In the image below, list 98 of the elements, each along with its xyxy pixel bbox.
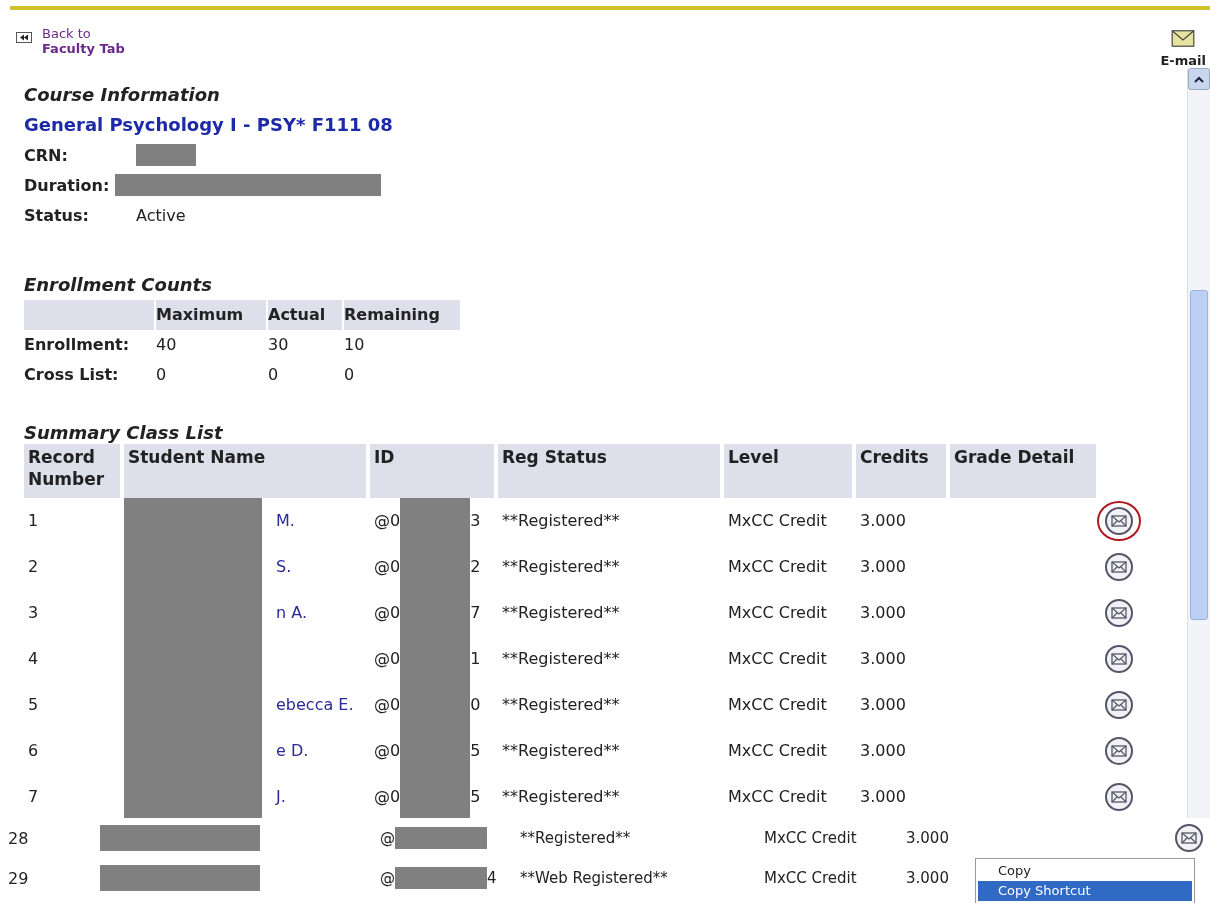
table-cell-text: 0: [344, 364, 356, 386]
column-header: Maximum: [156, 300, 266, 330]
table-cell-text: **Registered**: [501, 694, 621, 716]
table-cell-text: MxCC Credit: [727, 648, 828, 670]
table-cell-text: 3.000: [859, 602, 907, 624]
student-name-link[interactable]: n A.: [276, 590, 307, 636]
student-name-link[interactable]: e D.: [276, 728, 309, 774]
student-name-link[interactable]: M.: [276, 498, 295, 544]
section-heading: Summary Class List: [24, 421, 224, 444]
table-cell-text: 0: [156, 364, 168, 386]
email-student-button[interactable]: [1097, 501, 1141, 541]
id-text: 5: [470, 786, 481, 808]
table-cell-text: 40: [156, 334, 178, 356]
table-cell-text: 5: [27, 694, 40, 716]
redaction-block: [136, 144, 196, 166]
rewind-icon: [16, 32, 32, 43]
student-name-link[interactable]: S.: [276, 544, 292, 590]
table-cell-text: **Registered**: [501, 740, 621, 762]
table-cell-text: **Registered**: [520, 829, 632, 847]
table-cell-text: 3.000: [859, 786, 907, 808]
table-cell-text: 4: [27, 648, 40, 670]
id-text: 5: [470, 740, 481, 762]
table-cell-text: MxCC Credit: [727, 694, 828, 716]
table-cell-text: 3.000: [859, 648, 907, 670]
column-header: Record Number: [24, 444, 120, 498]
scroll-up-button[interactable]: [1188, 68, 1210, 90]
id-text: 1: [470, 648, 481, 670]
id-text: @: [380, 869, 395, 887]
column-header: Credits: [856, 444, 946, 498]
table-cell-text: 3.000: [859, 694, 907, 716]
table-cell-text: MxCC Credit: [727, 740, 828, 762]
redaction-block: [400, 498, 471, 544]
column-header: Reg Status: [498, 444, 720, 498]
table-cell-text: 10: [344, 334, 366, 356]
redaction-block: [400, 774, 471, 820]
table-cell-text: MxCC Credit: [727, 510, 828, 532]
id-text: 4: [487, 869, 497, 887]
id-text: @0: [374, 694, 401, 716]
table-cell-text: MxCC Credit: [727, 786, 828, 808]
id-text: @0: [374, 556, 401, 578]
table-cell-text: 3.000: [906, 829, 950, 847]
id-text: @0: [374, 786, 401, 808]
column-header: ID: [370, 444, 494, 498]
table-cell-text: **Registered**: [501, 602, 621, 624]
table-cell-text: 2: [27, 556, 40, 578]
back-link[interactable]: Back to Faculty Tab: [16, 26, 125, 68]
table-cell-text: **Registered**: [501, 510, 621, 532]
id-text: 7: [470, 602, 481, 624]
table-cell-text: 3.000: [906, 869, 950, 887]
id-text: @0: [374, 648, 401, 670]
table-cell-text: 6: [27, 740, 40, 762]
id-text: @: [380, 829, 395, 847]
table-cell-text: MxCC Credit: [727, 556, 828, 578]
field-value: Active: [136, 205, 186, 225]
table-cell-text: **Registered**: [501, 786, 621, 808]
table-cell-text: MxCC Credit: [764, 869, 858, 887]
course-title: General Psychology I - PSY* F111 08: [24, 113, 394, 137]
table-cell-text: 28: [7, 828, 30, 848]
student-name-link[interactable]: ebecca E.: [276, 682, 354, 728]
field-label: Duration:: [24, 175, 110, 195]
section-heading: Enrollment Counts: [24, 273, 213, 297]
table-cell-text: **Registered**: [501, 648, 621, 670]
scrollbar[interactable]: [1187, 68, 1210, 818]
email-button[interactable]: E-mail: [1160, 30, 1206, 68]
id-text: @0: [374, 740, 401, 762]
table-cell-text: 7: [27, 786, 40, 808]
menu-item[interactable]: Copy Shortcut: [978, 881, 1192, 901]
id-text: @0: [374, 510, 401, 532]
column-header: Grade Detail: [950, 444, 1096, 498]
id-text: @0: [374, 602, 401, 624]
table-cell-text: 3: [27, 602, 40, 624]
table-cell-text: 1: [27, 510, 40, 532]
id-text: 2: [470, 556, 481, 578]
row-label: Enrollment:: [24, 334, 131, 356]
field-label: Status:: [24, 205, 90, 225]
table-cell-text: 3.000: [859, 740, 907, 762]
table-cell-text: **Web Registered**: [520, 869, 669, 887]
section-heading: Course Information: [24, 83, 221, 107]
table-cell-text: MxCC Credit: [764, 829, 858, 847]
table-cell-text: 3.000: [859, 510, 907, 532]
email-student-button[interactable]: [1174, 823, 1204, 853]
menu-item[interactable]: Copy: [978, 861, 1192, 881]
table-cell-text: 30: [268, 334, 290, 356]
column-header: Student Name: [124, 444, 366, 498]
column-header: Actual: [268, 300, 342, 330]
scroll-thumb[interactable]: [1190, 290, 1208, 620]
table-cell-text: **Registered**: [501, 556, 621, 578]
id-text: 0: [470, 694, 481, 716]
student-name-link[interactable]: J.: [276, 774, 286, 820]
table-cell-text: 0: [268, 364, 280, 386]
table-cell-text: 3.000: [859, 556, 907, 578]
row-label: Cross List:: [24, 364, 120, 386]
table-cell-text: 29: [7, 868, 30, 888]
id-text: 3: [470, 510, 481, 532]
field-label: CRN:: [24, 145, 69, 165]
table-cell-text: MxCC Credit: [727, 602, 828, 624]
column-header: Remaining: [344, 300, 460, 330]
column-header: Level: [724, 444, 852, 498]
